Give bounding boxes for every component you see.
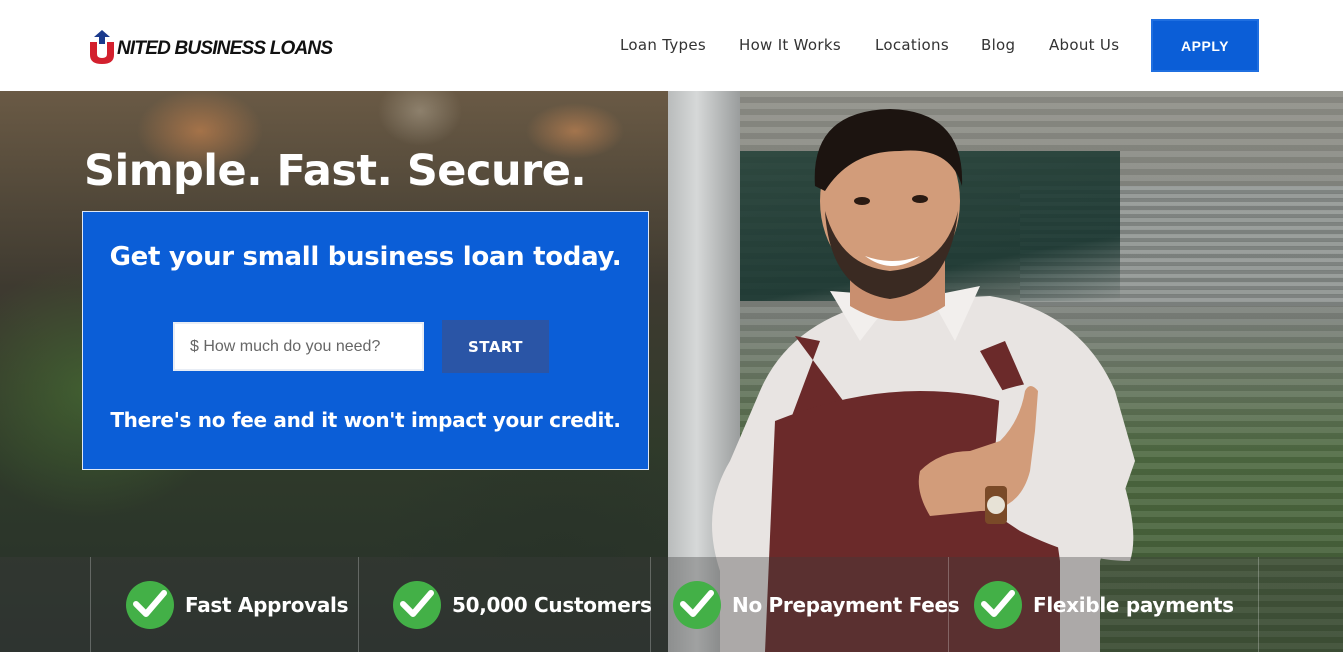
feature-label: 50,000 Customers — [452, 593, 652, 617]
feature-no-prepayment-fees: No Prepayment Fees — [673, 581, 960, 629]
check-circle-icon — [126, 581, 174, 629]
loan-form-panel: Get your small business loan today. STAR… — [82, 211, 649, 470]
check-circle-icon — [393, 581, 441, 629]
logo-text: NITED BUSINESS LOANS — [117, 37, 333, 59]
feature-divider — [90, 557, 91, 652]
feature-fast-approvals: Fast Approvals — [126, 581, 349, 629]
hero-title: Simple. Fast. Secure. — [84, 146, 587, 196]
check-circle-icon — [974, 581, 1022, 629]
features-bar: Fast Approvals 50,000 Customers No Prepa… — [0, 557, 1343, 652]
check-circle-icon — [673, 581, 721, 629]
feature-divider — [358, 557, 359, 652]
feature-label: Flexible payments — [1033, 593, 1234, 617]
site-header: NITED BUSINESS LOANS Loan Types How It W… — [0, 0, 1343, 91]
start-button[interactable]: START — [442, 320, 549, 373]
nav-locations[interactable]: Locations — [875, 36, 949, 54]
feature-label: Fast Approvals — [185, 593, 349, 617]
form-heading: Get your small business loan today. — [109, 242, 622, 272]
hero-section: Simple. Fast. Secure. Get your small bus… — [0, 91, 1343, 652]
feature-divider — [1258, 557, 1259, 652]
nav-how-it-works[interactable]: How It Works — [739, 36, 841, 54]
feature-customers: 50,000 Customers — [393, 581, 652, 629]
feature-label: No Prepayment Fees — [732, 593, 960, 617]
nav-about-us[interactable]: About Us — [1049, 36, 1119, 54]
form-note: There's no fee and it won't impact your … — [110, 408, 621, 432]
logo[interactable]: NITED BUSINESS LOANS — [88, 30, 333, 64]
loan-amount-input[interactable] — [173, 322, 424, 371]
nav-blog[interactable]: Blog — [981, 36, 1015, 54]
logo-mark-icon — [88, 30, 116, 64]
apply-button[interactable]: APPLY — [1151, 19, 1259, 72]
nav-loan-types[interactable]: Loan Types — [620, 36, 706, 54]
feature-flexible-payments: Flexible payments — [974, 581, 1234, 629]
